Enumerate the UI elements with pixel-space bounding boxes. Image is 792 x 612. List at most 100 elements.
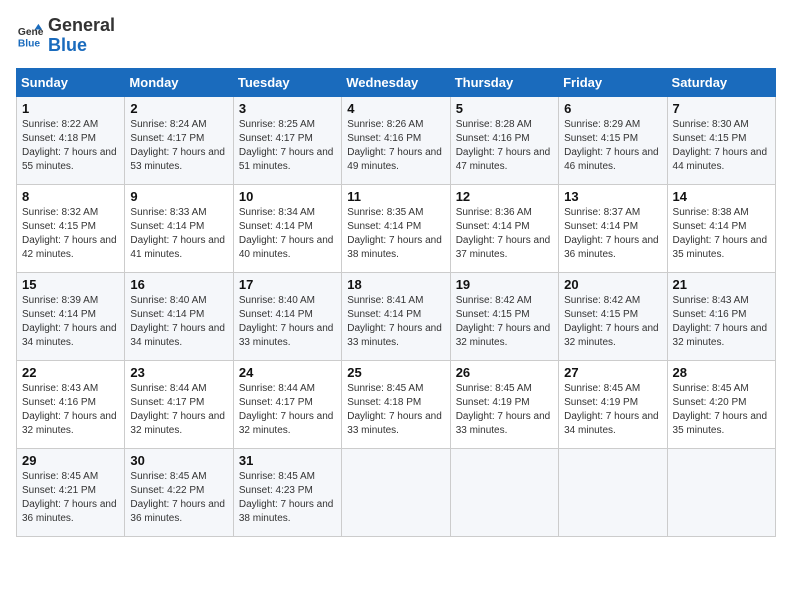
cell-sunrise: Sunrise: 8:45 AM	[130, 471, 206, 482]
cell-sunset: Sunset: 4:18 PM	[22, 133, 96, 144]
cell-daylight: Daylight: 7 hours and 40 minutes.	[239, 235, 334, 260]
header-thursday: Thursday	[450, 68, 558, 96]
cell-sunrise: Sunrise: 8:24 AM	[130, 119, 206, 130]
day-number: 8	[22, 189, 119, 204]
cell-daylight: Daylight: 7 hours and 32 minutes.	[130, 411, 225, 436]
cell-sunrise: Sunrise: 8:25 AM	[239, 119, 315, 130]
day-number: 17	[239, 277, 336, 292]
cell-daylight: Daylight: 7 hours and 34 minutes.	[130, 323, 225, 348]
calendar-cell: 31 Sunrise: 8:45 AM Sunset: 4:23 PM Dayl…	[233, 448, 341, 536]
cell-sunset: Sunset: 4:14 PM	[456, 221, 530, 232]
day-number: 10	[239, 189, 336, 204]
cell-sunrise: Sunrise: 8:45 AM	[22, 471, 98, 482]
cell-sunset: Sunset: 4:14 PM	[130, 309, 204, 320]
calendar-cell: 21 Sunrise: 8:43 AM Sunset: 4:16 PM Dayl…	[667, 272, 775, 360]
calendar-cell: 22 Sunrise: 8:43 AM Sunset: 4:16 PM Dayl…	[17, 360, 125, 448]
cell-sunrise: Sunrise: 8:40 AM	[130, 295, 206, 306]
cell-sunset: Sunset: 4:21 PM	[22, 485, 96, 496]
calendar-cell: 23 Sunrise: 8:44 AM Sunset: 4:17 PM Dayl…	[125, 360, 233, 448]
cell-daylight: Daylight: 7 hours and 33 minutes.	[347, 411, 442, 436]
day-number: 1	[22, 101, 119, 116]
logo-text-blue: Blue	[48, 36, 115, 56]
cell-daylight: Daylight: 7 hours and 42 minutes.	[22, 235, 117, 260]
cell-daylight: Daylight: 7 hours and 38 minutes.	[347, 235, 442, 260]
cell-sunset: Sunset: 4:16 PM	[22, 397, 96, 408]
cell-daylight: Daylight: 7 hours and 36 minutes.	[130, 499, 225, 524]
cell-sunrise: Sunrise: 8:45 AM	[347, 383, 423, 394]
cell-sunset: Sunset: 4:17 PM	[239, 133, 313, 144]
day-number: 5	[456, 101, 553, 116]
svg-text:Blue: Blue	[18, 38, 41, 49]
calendar-cell: 4 Sunrise: 8:26 AM Sunset: 4:16 PM Dayli…	[342, 96, 450, 184]
cell-sunset: Sunset: 4:18 PM	[347, 397, 421, 408]
calendar-week-4: 22 Sunrise: 8:43 AM Sunset: 4:16 PM Dayl…	[17, 360, 776, 448]
calendar-cell: 12 Sunrise: 8:36 AM Sunset: 4:14 PM Dayl…	[450, 184, 558, 272]
calendar-cell: 20 Sunrise: 8:42 AM Sunset: 4:15 PM Dayl…	[559, 272, 667, 360]
day-number: 22	[22, 365, 119, 380]
calendar-cell: 25 Sunrise: 8:45 AM Sunset: 4:18 PM Dayl…	[342, 360, 450, 448]
cell-sunrise: Sunrise: 8:36 AM	[456, 207, 532, 218]
day-number: 2	[130, 101, 227, 116]
logo: General Blue General Blue	[16, 16, 115, 56]
day-number: 20	[564, 277, 661, 292]
calendar-cell	[450, 448, 558, 536]
cell-sunset: Sunset: 4:19 PM	[456, 397, 530, 408]
logo-text-general: General	[48, 16, 115, 36]
cell-daylight: Daylight: 7 hours and 33 minutes.	[239, 323, 334, 348]
cell-daylight: Daylight: 7 hours and 51 minutes.	[239, 147, 334, 172]
cell-sunrise: Sunrise: 8:43 AM	[22, 383, 98, 394]
calendar-cell: 29 Sunrise: 8:45 AM Sunset: 4:21 PM Dayl…	[17, 448, 125, 536]
day-number: 7	[673, 101, 770, 116]
cell-sunset: Sunset: 4:15 PM	[456, 309, 530, 320]
cell-sunrise: Sunrise: 8:34 AM	[239, 207, 315, 218]
cell-daylight: Daylight: 7 hours and 34 minutes.	[564, 411, 659, 436]
cell-daylight: Daylight: 7 hours and 55 minutes.	[22, 147, 117, 172]
header-saturday: Saturday	[667, 68, 775, 96]
cell-daylight: Daylight: 7 hours and 32 minutes.	[22, 411, 117, 436]
cell-daylight: Daylight: 7 hours and 47 minutes.	[456, 147, 551, 172]
header-friday: Friday	[559, 68, 667, 96]
calendar-cell: 26 Sunrise: 8:45 AM Sunset: 4:19 PM Dayl…	[450, 360, 558, 448]
day-number: 6	[564, 101, 661, 116]
cell-sunset: Sunset: 4:14 PM	[347, 221, 421, 232]
cell-sunrise: Sunrise: 8:28 AM	[456, 119, 532, 130]
day-number: 24	[239, 365, 336, 380]
day-number: 28	[673, 365, 770, 380]
cell-sunset: Sunset: 4:17 PM	[239, 397, 313, 408]
cell-sunrise: Sunrise: 8:30 AM	[673, 119, 749, 130]
cell-sunrise: Sunrise: 8:38 AM	[673, 207, 749, 218]
cell-daylight: Daylight: 7 hours and 33 minutes.	[456, 411, 551, 436]
cell-sunset: Sunset: 4:14 PM	[239, 309, 313, 320]
cell-sunrise: Sunrise: 8:42 AM	[564, 295, 640, 306]
day-number: 23	[130, 365, 227, 380]
calendar-cell: 3 Sunrise: 8:25 AM Sunset: 4:17 PM Dayli…	[233, 96, 341, 184]
calendar-cell: 5 Sunrise: 8:28 AM Sunset: 4:16 PM Dayli…	[450, 96, 558, 184]
cell-sunset: Sunset: 4:22 PM	[130, 485, 204, 496]
cell-sunrise: Sunrise: 8:41 AM	[347, 295, 423, 306]
day-number: 13	[564, 189, 661, 204]
cell-sunrise: Sunrise: 8:32 AM	[22, 207, 98, 218]
day-number: 27	[564, 365, 661, 380]
calendar-cell: 1 Sunrise: 8:22 AM Sunset: 4:18 PM Dayli…	[17, 96, 125, 184]
cell-daylight: Daylight: 7 hours and 35 minutes.	[673, 411, 768, 436]
cell-daylight: Daylight: 7 hours and 32 minutes.	[239, 411, 334, 436]
calendar-cell: 17 Sunrise: 8:40 AM Sunset: 4:14 PM Dayl…	[233, 272, 341, 360]
cell-daylight: Daylight: 7 hours and 35 minutes.	[673, 235, 768, 260]
calendar-cell: 28 Sunrise: 8:45 AM Sunset: 4:20 PM Dayl…	[667, 360, 775, 448]
day-number: 15	[22, 277, 119, 292]
cell-sunrise: Sunrise: 8:45 AM	[673, 383, 749, 394]
calendar-cell: 11 Sunrise: 8:35 AM Sunset: 4:14 PM Dayl…	[342, 184, 450, 272]
cell-sunrise: Sunrise: 8:35 AM	[347, 207, 423, 218]
cell-sunset: Sunset: 4:15 PM	[564, 133, 638, 144]
day-number: 4	[347, 101, 444, 116]
cell-sunset: Sunset: 4:16 PM	[673, 309, 747, 320]
day-number: 3	[239, 101, 336, 116]
day-number: 31	[239, 453, 336, 468]
day-number: 30	[130, 453, 227, 468]
cell-sunrise: Sunrise: 8:29 AM	[564, 119, 640, 130]
cell-sunrise: Sunrise: 8:22 AM	[22, 119, 98, 130]
calendar-cell: 27 Sunrise: 8:45 AM Sunset: 4:19 PM Dayl…	[559, 360, 667, 448]
cell-daylight: Daylight: 7 hours and 37 minutes.	[456, 235, 551, 260]
calendar-cell: 7 Sunrise: 8:30 AM Sunset: 4:15 PM Dayli…	[667, 96, 775, 184]
cell-daylight: Daylight: 7 hours and 53 minutes.	[130, 147, 225, 172]
